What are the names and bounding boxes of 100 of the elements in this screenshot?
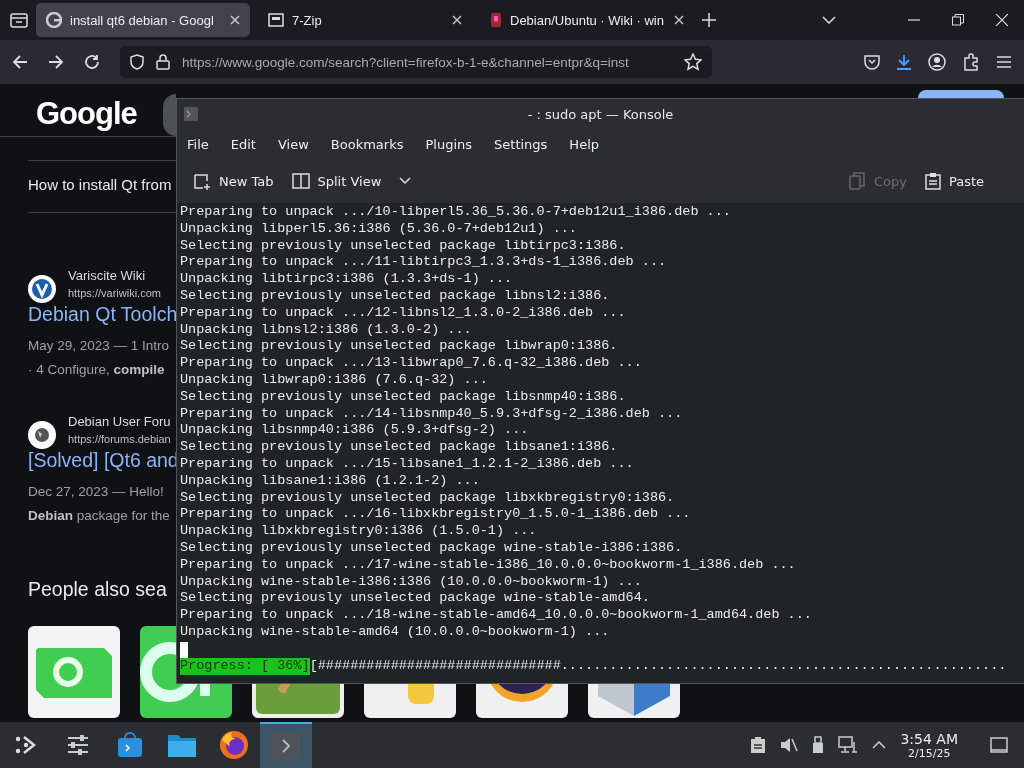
terminal-line: Selecting previously unselected package libxkbregistry0:i386. (180, 489, 675, 507)
download-icon[interactable] (896, 54, 912, 70)
terminal-line: Selecting previously unselected package wine-stable-i386:i386. (180, 539, 683, 557)
google-logo: Google (36, 96, 137, 132)
new-tab-icon (193, 172, 211, 190)
terminal-line: Unpacking wine-stable-amd64 (10.0.0.0~bookworm-1) ... (180, 623, 610, 641)
launcher-icon[interactable] (14, 733, 38, 757)
shopping-bag-icon[interactable] (117, 732, 143, 758)
close-icon[interactable] (674, 15, 684, 25)
archive-icon (268, 13, 284, 27)
glass-icon (490, 12, 502, 28)
terminal-line: Preparing to unpack .../10-libperl5.36_5.36.0-7+deb12u1_i386.deb ... (180, 204, 731, 221)
muted-speaker-icon[interactable] (780, 736, 799, 754)
result-snippet: Debian package for the (28, 508, 170, 523)
progress-label: Progress: [ 36%] (180, 657, 310, 675)
terminal-line: Unpacking libsane1:i386 (1.2.1-2) ... (180, 472, 480, 490)
terminal-line: Preparing to unpack .../16-libxkbregistry0_1.5.0-1_i386.deb ... (180, 506, 691, 524)
terminal-line: Unpacking libwrap0:i386 (7.6.q-32) ... (180, 371, 488, 389)
terminal-icon[interactable] (271, 731, 301, 761)
tab-list-icon[interactable] (10, 12, 28, 28)
result-snippet: · 4 Configure, compile (28, 362, 165, 377)
chevron-down-icon[interactable] (822, 16, 836, 24)
toolbar-button[interactable]: New Tab (193, 172, 274, 190)
terminal-line: Selecting previously unselected package libtirpc3:i386. (180, 237, 626, 255)
terminal-line: Selecting previously unselected package libwrap0:i386. (180, 338, 618, 356)
search-field[interactable] (163, 94, 176, 136)
copy-icon (847, 172, 866, 190)
lock-icon (156, 54, 170, 70)
terminal-line: Selecting previously unselected package libsane1:i386. (180, 439, 618, 456)
menu-icon[interactable] (996, 55, 1012, 69)
clipboard-icon[interactable] (750, 736, 767, 754)
globe-icon (46, 12, 62, 28)
folder-icon[interactable] (167, 732, 197, 758)
browser-tab[interactable]: install qt6 debian - Googl (36, 3, 250, 37)
chevron-down-icon[interactable] (399, 177, 412, 185)
new-tab-icon[interactable] (702, 13, 716, 27)
result-snippet: Dec 27, 2023 — Hello! (28, 484, 164, 499)
shield-icon (130, 54, 144, 70)
split-view-icon (291, 172, 310, 190)
close-icon[interactable] (452, 15, 462, 25)
terminal-line: Unpacking libsnmp40:i386 (5.9.3+dfsg-2) ... (180, 422, 529, 440)
terminal-line: Preparing to unpack .../17-wine-stable-i386_10.0.0.0~bookworm-1_i386.deb ... (180, 556, 796, 574)
result-title[interactable]: Debian Qt Toolch (28, 303, 178, 326)
terminal-line: Unpacking wine-stable-i386:i386 (10.0.0.0~bookworm-1) ... (180, 573, 642, 591)
menu-item[interactable]: File (187, 136, 209, 152)
result-snippet: May 29, 2023 — 1 Intro (28, 338, 170, 353)
menu-item[interactable]: Settings (494, 136, 548, 152)
progress-bar-text: [##############################....................................................... (309, 657, 1007, 675)
account-icon[interactable] (928, 53, 946, 71)
reload-icon[interactable] (84, 54, 100, 70)
close-icon[interactable] (230, 15, 240, 25)
forward-icon[interactable] (48, 55, 64, 69)
terminal-line: Preparing to unpack .../12-libnsl2_1.3.0-2_i386.deb ... (180, 304, 626, 322)
clock[interactable]: 3:54 AM 2/15/25 (900, 730, 958, 760)
terminal-line: Selecting previously unselected package libsnmp40:i386. (180, 388, 626, 406)
browser-tab[interactable]: Debian/Ubuntu · Wiki · win (480, 3, 694, 37)
terminal-line: Unpacking libxkbregistry0:i386 (1.5.0-1) ... (180, 523, 537, 540)
terminal-line: Unpacking libtirpc3:i386 (1.3.3+ds-1) ... (180, 271, 513, 288)
chevron-up-icon[interactable] (872, 741, 887, 749)
star-icon[interactable] (684, 53, 702, 71)
puzzle-icon[interactable] (962, 53, 980, 71)
network-icon[interactable] (838, 736, 859, 754)
menu-item[interactable]: Plugins (425, 136, 473, 152)
toolbar-button[interactable]: Split View (291, 172, 382, 190)
terminal-line: Unpacking libperl5.36:i386 (5.36.0-7+deb12u1) ... (180, 220, 577, 238)
restore-icon[interactable] (952, 14, 964, 26)
terminal-line: Preparing to unpack .../15-libsane1_1.2.1-2_i386.deb ... (180, 455, 634, 473)
site-name: Debian User Foru (68, 414, 171, 429)
v-logo-icon (28, 275, 56, 303)
terminal-line: Selecting previously unselected package libnsl2:i386. (180, 288, 610, 305)
window-title: - : sudo apt — Konsole (527, 106, 674, 122)
browser-icon[interactable] (219, 730, 249, 760)
terminal-line: Preparing to unpack .../13-libwrap0_7.6.q-32_i386.deb ... (180, 355, 642, 372)
terminal-line: Selecting previously unselected package wine-stable-amd64. (180, 590, 650, 608)
search-button[interactable] (918, 90, 1004, 98)
terminal-line: Preparing to unpack .../18-wine-stable-amd64_10.0.0.0~bookworm-1_amd64.deb ... (180, 607, 812, 624)
back-icon[interactable] (12, 55, 28, 69)
show-desktop-icon[interactable] (990, 737, 1008, 753)
menu-item[interactable]: View (277, 136, 309, 152)
result-url: https://forums.debian (68, 433, 171, 445)
toolbar-button[interactable]: Paste (924, 172, 984, 190)
menu-item[interactable]: Edit (230, 136, 256, 152)
section-heading: People also sea (28, 578, 167, 601)
address-bar[interactable]: https://www.google.com/search?client=firefox-b-1-e&channel=entpr&q=inst (120, 46, 712, 78)
menu-item[interactable]: Help (569, 136, 599, 152)
browser-tab[interactable]: 7-Zip (258, 3, 472, 37)
close-icon[interactable] (996, 14, 1008, 26)
menu-item[interactable]: Bookmarks (330, 136, 404, 152)
globe-icon (28, 421, 56, 449)
terminal-line: Preparing to unpack .../11-libtirpc3_1.3.3+ds-1_i386.deb ... (180, 254, 667, 272)
clipboard-icon (924, 172, 941, 190)
app-icon (183, 106, 199, 122)
sliders-icon[interactable] (66, 734, 90, 756)
result-url: https://variwiki.com (68, 287, 161, 299)
site-name: Variscite Wiki (68, 268, 146, 283)
text-cursor (180, 641, 188, 658)
pocket-icon[interactable] (864, 54, 880, 70)
usb-drive-icon[interactable] (812, 736, 825, 754)
terminal-line: Preparing to unpack .../14-libsnmp40_5.9.3+dfsg-2_i386.deb ... (180, 405, 683, 423)
snippet-heading: How to install Qt from (28, 176, 172, 193)
